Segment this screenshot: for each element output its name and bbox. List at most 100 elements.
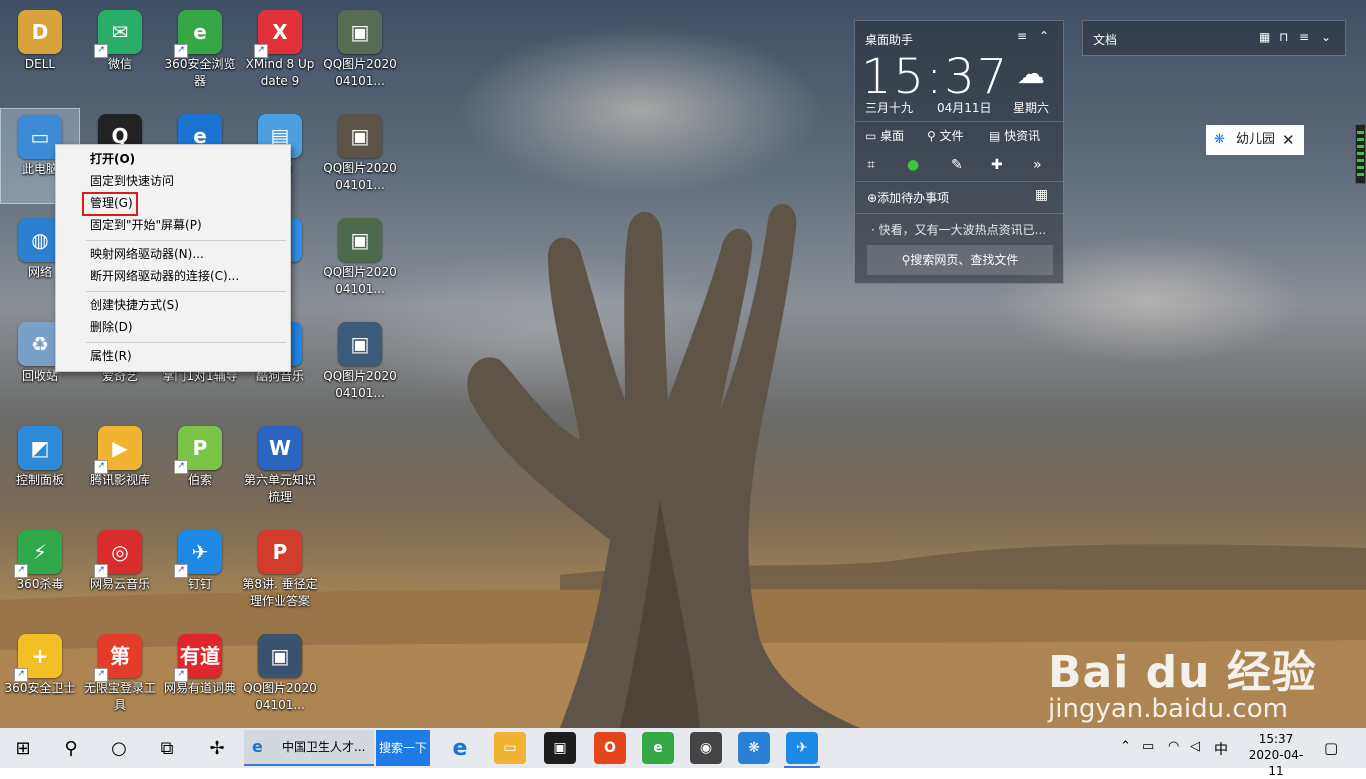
menu-item-map-drive[interactable]: 映射网络驱动器(N)... (57, 243, 289, 265)
menu-icon[interactable]: ≡ (1017, 29, 1027, 43)
desktop-icon[interactable]: W 第六单元知识梳理 (240, 420, 320, 516)
desktop-icon[interactable]: + ↗ 360安全卫士 (0, 628, 80, 724)
desktop-icon[interactable]: P ↗ 伯索 (160, 420, 240, 516)
search-button[interactable]: ⚲ (48, 728, 94, 768)
desktop-icon[interactable]: ▣ QQ图片202004101... (240, 628, 320, 724)
camera-icon[interactable]: ◉ (690, 732, 722, 764)
tray-expand-icon[interactable]: ⌃ (1120, 739, 1131, 754)
weather-cloud-icon[interactable]: ☁ (1017, 57, 1045, 90)
task-view-icon: ⧉ (160, 737, 174, 759)
app-icon: ✉ ↗ (94, 10, 142, 58)
task-view-button[interactable]: ⧉ (144, 728, 190, 768)
desktop-icon[interactable]: 第 ↗ 无限宝登录工具 (80, 628, 160, 724)
dingtalk-taskbar-icon[interactable]: ✈ (786, 732, 818, 764)
news-text: 快看，又有一大波热点资讯已... (878, 223, 1047, 237)
file-action[interactable]: ⚲ 文件 (927, 127, 964, 144)
shortcut-arrow-icon: ↗ (94, 564, 108, 578)
menu-icon[interactable]: ≡ (1299, 30, 1309, 44)
shortcut-arrow-icon: ↗ (254, 44, 268, 58)
menu-item-delete[interactable]: 删除(D) (57, 316, 289, 338)
news-ticker[interactable]: · 快看，又有一大波热点资讯已... (871, 221, 1055, 238)
tray-clock[interactable]: 15:37 2020-04-11 (1244, 731, 1308, 779)
notification-icon[interactable]: ▢ (1324, 739, 1338, 757)
app-icon: ▣ (258, 634, 302, 678)
kindergarten-taskbar-icon[interactable]: ❋ (738, 732, 770, 764)
indicator-bar (1357, 152, 1364, 155)
taskbar-browser-task[interactable]: e 中国卫生人才... (244, 730, 374, 766)
wifi-icon[interactable]: ◠ (1168, 739, 1179, 754)
desktop-icon[interactable]: ▣ QQ图片202004101... (320, 108, 400, 204)
menu-separator (86, 291, 286, 292)
start-button[interactable]: ⊞ (0, 728, 46, 768)
news-action[interactable]: ▤ 快资讯 (989, 127, 1040, 144)
office-icon[interactable]: O (594, 732, 626, 764)
lock-icon[interactable]: ⊓ (1279, 30, 1288, 44)
weekday: 星期六 (1013, 101, 1050, 115)
desktop-icon[interactable]: ⚡ ↗ 360杀毒 (0, 524, 80, 620)
desktop-icon-label: 控制面板 (15, 473, 64, 487)
app-icon: ▣ (338, 322, 382, 366)
chevron-down-icon[interactable]: ⌄ (1321, 30, 1331, 44)
desktop-icon[interactable]: X ↗ XMind 8 Update 9 (240, 4, 320, 100)
desktop-icon[interactable]: ✉ ↗ 微信 (80, 4, 160, 100)
menu-item-pin-start[interactable]: 固定到"开始"屏幕(P) (57, 214, 289, 236)
cortana-button[interactable]: ○ (96, 728, 142, 768)
desktop-icon[interactable]: D DELL (0, 4, 80, 100)
app-glyph-icon: ◩ (30, 435, 50, 460)
app-glyph-icon: ▣ (350, 227, 370, 252)
app-icon: + ↗ (14, 634, 62, 682)
desktop-icon[interactable]: ◩ 控制面板 (0, 420, 80, 516)
ime-indicator[interactable]: 中 (1214, 739, 1228, 759)
crop-icon[interactable]: ⌗ (867, 157, 875, 173)
menu-item-pin-quick-access[interactable]: 固定到快速访问 (57, 170, 289, 192)
menu-item-create-shortcut[interactable]: 创建快捷方式(S) (57, 294, 289, 316)
news-icon: ▤ (989, 129, 1001, 143)
kindergarten-popup[interactable]: ❋ 幼儿园 ✕ (1206, 125, 1304, 155)
desktop-icon[interactable]: 有道 ↗ 网易有道词典 (160, 628, 240, 724)
store-icon[interactable]: ▣ (544, 732, 576, 764)
volume-icon[interactable]: ◁ (1190, 739, 1200, 754)
edge-taskbar-icon[interactable]: e (444, 732, 476, 764)
more-icon[interactable]: » (1033, 157, 1042, 173)
eye-icon[interactable]: ● (907, 157, 919, 173)
file-explorer-icon[interactable]: ▭ (494, 732, 526, 764)
menu-item-open[interactable]: 打开(O) (57, 148, 289, 170)
plugin-icon[interactable]: ✚ (991, 157, 1003, 173)
clock-time: 15:37 (861, 49, 1010, 105)
widget-search-label: 搜索网页、查找文件 (910, 253, 1019, 267)
search-once-button[interactable]: 搜索一下 (376, 730, 430, 766)
app-icon: ◩ (18, 426, 62, 470)
desktop-icon[interactable]: ▣ QQ图片202004101... (320, 4, 400, 100)
desktop-icon[interactable]: ▣ QQ图片202004101... (320, 316, 400, 412)
app-glyph-icon: W (268, 435, 292, 460)
desktop-icon[interactable]: ▣ QQ图片202004101... (320, 212, 400, 308)
tray-time: 15:37 (1258, 732, 1294, 746)
menu-item-properties[interactable]: 属性(R) (57, 345, 289, 367)
indicator-bar (1357, 145, 1364, 148)
shortcut-arrow-icon: ↗ (14, 668, 28, 682)
desktop-icon[interactable]: ◎ ↗ 网易云音乐 (80, 524, 160, 620)
tray-date: 2020-04-11 (1248, 748, 1304, 778)
desktop-icon[interactable]: ▶ ↗ 腾讯影视库 (80, 420, 160, 516)
desktop-icon[interactable]: e ↗ 360安全浏览器 (160, 4, 240, 100)
qr-code-icon[interactable]: ▦ (1035, 187, 1048, 203)
widget-search-button[interactable]: ⚲搜索网页、查找文件 (867, 245, 1053, 275)
desktop-action[interactable]: ▭ 桌面 (865, 127, 904, 144)
add-todo[interactable]: ⊕添加待办事项 (867, 189, 949, 206)
monitor-icon: ▭ (865, 129, 877, 143)
desktop-icon[interactable]: P 第8讲. 垂径定理作业答案 (240, 524, 320, 620)
paw-icon: ❋ (1214, 132, 1225, 147)
battery-icon[interactable]: ▭ (1142, 739, 1154, 754)
pinwheel-app-button[interactable]: ✢ (194, 728, 240, 768)
grid-icon[interactable]: ▦ (1259, 30, 1270, 44)
windows-logo-icon: ⊞ (15, 737, 31, 759)
menu-item-disconnect-drive[interactable]: 断开网络驱动器的连接(C)... (57, 265, 289, 287)
close-icon[interactable]: ✕ (1282, 125, 1295, 155)
app-glyph-icon: ▣ (350, 123, 370, 148)
side-scroll-indicator[interactable] (1355, 124, 1366, 184)
collapse-icon[interactable]: ⌃ (1039, 29, 1049, 43)
desktop-icon[interactable]: ✈ ↗ 钉钉 (160, 524, 240, 620)
note-icon[interactable]: ✎ (951, 157, 963, 173)
360-browser-taskbar-icon[interactable]: e (642, 732, 674, 764)
app-icon: X ↗ (254, 10, 302, 58)
